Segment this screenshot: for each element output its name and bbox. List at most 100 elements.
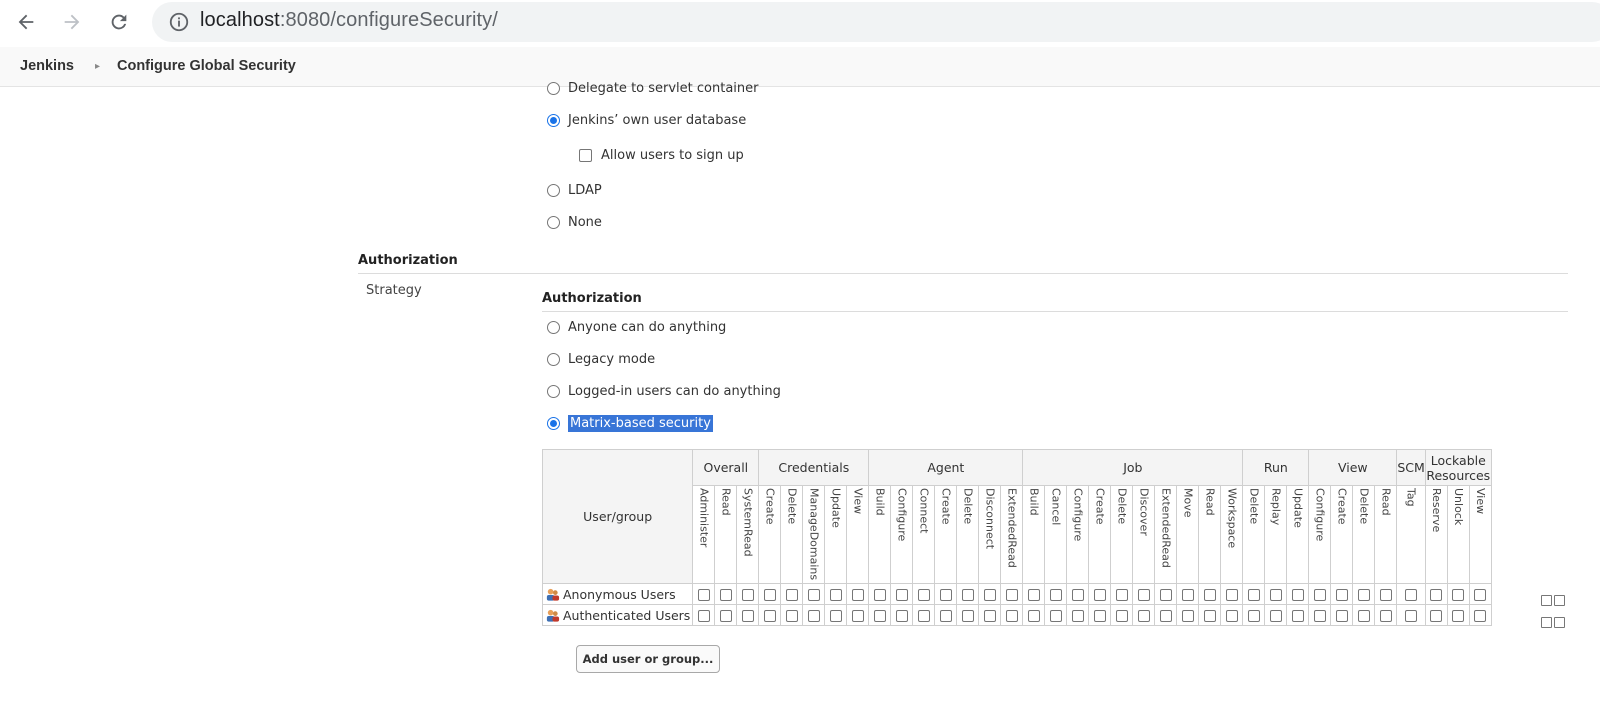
- permission-checkbox[interactable]: [1430, 610, 1443, 623]
- permission-checkbox[interactable]: [1159, 589, 1172, 602]
- permission-checkbox[interactable]: [1115, 589, 1128, 602]
- permission-checkbox[interactable]: [1269, 610, 1282, 623]
- forward-arrow-icon[interactable]: [57, 7, 87, 37]
- auth-radio-logged-in[interactable]: [547, 385, 560, 398]
- permission-checkbox[interactable]: [873, 589, 886, 602]
- permission-checkbox[interactable]: [1071, 589, 1084, 602]
- permission-checkbox[interactable]: [785, 589, 798, 602]
- permission-checkbox[interactable]: [1027, 610, 1040, 623]
- auth-radio-legacy[interactable]: [547, 353, 560, 366]
- permission-checkbox[interactable]: [719, 610, 732, 623]
- permission-checkbox[interactable]: [1247, 589, 1260, 602]
- permission-checkbox[interactable]: [1071, 610, 1084, 623]
- permission-checkbox[interactable]: [895, 610, 908, 623]
- select-all-icon[interactable]: [1541, 617, 1552, 628]
- allow-signup-checkbox[interactable]: [579, 149, 592, 162]
- address-bar[interactable]: localhost:8080/configureSecurity/: [152, 2, 1600, 42]
- auth-radio-anyone[interactable]: [547, 321, 560, 334]
- permission-checkbox[interactable]: [961, 610, 974, 623]
- add-user-or-group-button[interactable]: Add user or group...: [576, 645, 720, 673]
- permission-checkbox[interactable]: [1225, 610, 1238, 623]
- permission-checkbox[interactable]: [1269, 589, 1282, 602]
- permission-checkbox[interactable]: [1335, 589, 1348, 602]
- breadcrumb-jenkins-link[interactable]: Jenkins: [20, 58, 74, 74]
- permission-checkbox[interactable]: [1005, 589, 1018, 602]
- permission-checkbox[interactable]: [1313, 610, 1326, 623]
- permission-checkbox[interactable]: [1093, 610, 1106, 623]
- realm-option-none[interactable]: None: [547, 215, 602, 230]
- permission-checkbox[interactable]: [1181, 589, 1194, 602]
- permission-checkbox[interactable]: [1452, 610, 1465, 623]
- realm-radio-ldap[interactable]: [547, 184, 560, 197]
- permission-checkbox[interactable]: [1203, 589, 1216, 602]
- permission-checkbox[interactable]: [1247, 610, 1260, 623]
- permission-checkbox[interactable]: [1115, 610, 1128, 623]
- realm-option-jenkins-db[interactable]: Jenkins’ own user database: [547, 113, 746, 128]
- permission-checkbox[interactable]: [1137, 589, 1150, 602]
- permission-checkbox[interactable]: [851, 610, 864, 623]
- permission-checkbox[interactable]: [1203, 610, 1216, 623]
- realm-option-ldap[interactable]: LDAP: [547, 183, 602, 198]
- permission-checkbox[interactable]: [1430, 589, 1443, 602]
- realm-radio-jenkins-db[interactable]: [547, 114, 560, 127]
- permission-checkbox[interactable]: [1335, 610, 1348, 623]
- permission-checkbox[interactable]: [1405, 589, 1418, 602]
- permission-checkbox[interactable]: [1405, 610, 1418, 623]
- permission-checkbox[interactable]: [1093, 589, 1106, 602]
- permission-checkbox[interactable]: [1049, 589, 1062, 602]
- info-icon[interactable]: [168, 11, 190, 33]
- permission-checkbox[interactable]: [1181, 610, 1194, 623]
- permission-checkbox[interactable]: [741, 589, 754, 602]
- permission-checkbox[interactable]: [939, 589, 952, 602]
- permission-checkbox[interactable]: [763, 610, 776, 623]
- permission-checkbox[interactable]: [1474, 589, 1487, 602]
- permission-checkbox[interactable]: [1357, 610, 1370, 623]
- select-all-icon[interactable]: [1541, 595, 1552, 606]
- reload-icon[interactable]: [104, 7, 134, 37]
- realm-radio-servlet[interactable]: [547, 82, 560, 95]
- auth-option-logged-in[interactable]: Logged-in users can do anything: [547, 384, 781, 399]
- permission-checkbox[interactable]: [1452, 589, 1465, 602]
- auth-option-matrix[interactable]: Matrix-based security: [547, 415, 713, 432]
- permission-checkbox[interactable]: [1313, 589, 1326, 602]
- permission-checkbox[interactable]: [1225, 589, 1238, 602]
- allow-signup-option[interactable]: Allow users to sign up: [579, 148, 744, 163]
- permission-checkbox[interactable]: [741, 610, 754, 623]
- permission-checkbox[interactable]: [1049, 610, 1062, 623]
- permission-checkbox[interactable]: [1137, 610, 1150, 623]
- permission-checkbox[interactable]: [983, 589, 996, 602]
- realm-radio-none[interactable]: [547, 216, 560, 229]
- permission-checkbox[interactable]: [1474, 610, 1487, 623]
- auth-radio-matrix[interactable]: [547, 417, 560, 430]
- permission-checkbox[interactable]: [1159, 610, 1172, 623]
- permission-checkbox[interactable]: [873, 610, 886, 623]
- permission-checkbox[interactable]: [983, 610, 996, 623]
- permission-checkbox[interactable]: [807, 610, 820, 623]
- permission-checkbox[interactable]: [719, 589, 732, 602]
- auth-option-anyone[interactable]: Anyone can do anything: [547, 320, 726, 335]
- permission-checkbox[interactable]: [917, 610, 930, 623]
- permission-checkbox[interactable]: [895, 589, 908, 602]
- permission-checkbox[interactable]: [851, 589, 864, 602]
- auth-option-legacy[interactable]: Legacy mode: [547, 352, 655, 367]
- permission-checkbox[interactable]: [961, 589, 974, 602]
- permission-checkbox[interactable]: [1379, 589, 1392, 602]
- permission-checkbox[interactable]: [763, 589, 776, 602]
- permission-checkbox[interactable]: [1005, 610, 1018, 623]
- permission-checkbox[interactable]: [829, 610, 842, 623]
- unselect-all-icon[interactable]: [1554, 617, 1565, 628]
- unselect-all-icon[interactable]: [1554, 595, 1565, 606]
- permission-checkbox[interactable]: [1291, 589, 1304, 602]
- permission-checkbox[interactable]: [697, 610, 710, 623]
- permission-checkbox[interactable]: [829, 589, 842, 602]
- back-arrow-icon[interactable]: [11, 7, 41, 37]
- permission-checkbox[interactable]: [939, 610, 952, 623]
- permission-checkbox[interactable]: [1379, 610, 1392, 623]
- permission-checkbox[interactable]: [785, 610, 798, 623]
- permission-checkbox[interactable]: [807, 589, 820, 602]
- breadcrumb-current-page[interactable]: Configure Global Security: [117, 58, 296, 74]
- permission-checkbox[interactable]: [1357, 589, 1370, 602]
- realm-option-servlet[interactable]: Delegate to servlet container: [547, 81, 759, 96]
- permission-checkbox[interactable]: [1291, 610, 1304, 623]
- permission-checkbox[interactable]: [1027, 589, 1040, 602]
